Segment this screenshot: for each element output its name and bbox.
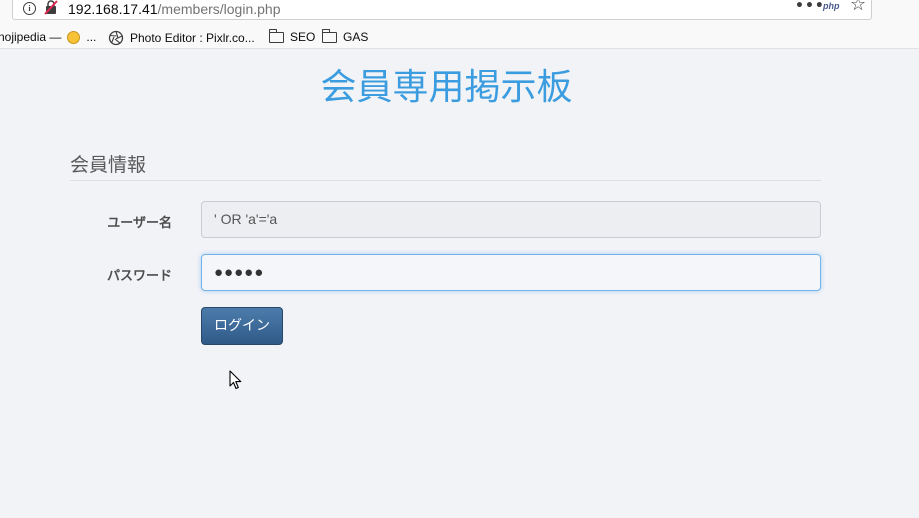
- section-title: 会員情報: [70, 154, 147, 176]
- username-label: ユーザー名: [107, 216, 172, 231]
- bookmark-folder-gas[interactable]: GAS: [321, 29, 369, 44]
- section-divider: [70, 180, 821, 181]
- mouse-cursor-icon: [229, 370, 242, 390]
- smiley-icon: [67, 30, 81, 44]
- password-mask: ●●●●●: [214, 264, 265, 281]
- password-label: パスワード: [106, 269, 172, 284]
- aperture-icon: [108, 30, 124, 46]
- folder-icon: [268, 29, 284, 43]
- php-extension-icon[interactable]: php: [823, 1, 840, 11]
- bookmark-folder-seo[interactable]: SEO: [268, 29, 316, 44]
- url-path: /members/login.php: [157, 1, 281, 17]
- page-actions-more-icon[interactable]: •••: [795, 0, 825, 14]
- insecure-lock-icon[interactable]: [44, 0, 58, 15]
- bookmark-label-suffix: ...: [86, 30, 97, 44]
- bookmark-emojipedia[interactable]: nojipedia — ...: [0, 30, 96, 44]
- username-input[interactable]: ' OR 'a'='a: [201, 201, 821, 238]
- bookmark-label: GAS: [343, 30, 369, 44]
- address-bar[interactable]: i 192.168.17.41/members/login.php ••• ph…: [12, 0, 872, 20]
- page-title: 会員専用掲示板: [320, 67, 573, 108]
- info-icon[interactable]: i: [23, 2, 36, 15]
- bookmark-pixlr[interactable]: Photo Editor : Pixlr.co...: [108, 30, 255, 46]
- bookmark-label: Photo Editor : Pixlr.co...: [130, 31, 255, 45]
- folder-icon: [321, 29, 337, 43]
- url-text[interactable]: 192.168.17.41/members/login.php: [68, 1, 280, 17]
- bookmark-label: nojipedia —: [0, 30, 62, 44]
- login-button[interactable]: ログイン: [201, 307, 283, 345]
- bookmarks-toolbar: nojipedia — ... Photo Editor : Pixlr.co.…: [0, 26, 919, 48]
- browser-chrome: i 192.168.17.41/members/login.php ••• ph…: [0, 0, 919, 48]
- password-input[interactable]: ●●●●●: [201, 254, 821, 291]
- bookmark-label: SEO: [290, 30, 316, 44]
- username-value: ' OR 'a'='a: [214, 211, 278, 227]
- chrome-divider: [0, 48, 919, 49]
- bookmark-star-icon[interactable]: ☆: [850, 0, 866, 14]
- url-host: 192.168.17.41: [68, 1, 158, 17]
